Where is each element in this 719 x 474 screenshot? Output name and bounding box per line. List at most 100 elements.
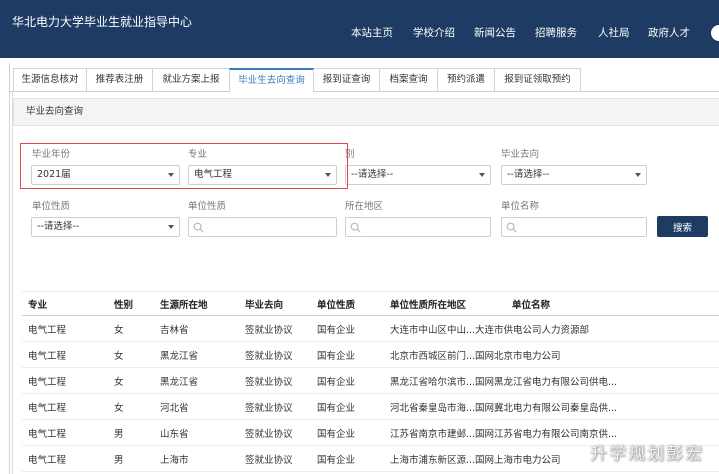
cell-destination: 签就业协议 bbox=[239, 419, 311, 446]
column-header-unit-name: 单位名称 bbox=[469, 291, 719, 316]
search-button[interactable]: 搜索 bbox=[657, 216, 708, 237]
tab-dispatch-appointment[interactable]: 预约派遣 bbox=[437, 68, 495, 91]
chevron-down-icon bbox=[635, 173, 641, 177]
unit-name-label: 单位名称 bbox=[501, 201, 540, 212]
cell-major: 电气工程 bbox=[22, 393, 108, 420]
destination-select[interactable]: --请选择-- bbox=[501, 165, 647, 185]
cell-destination: 签就业协议 bbox=[239, 341, 311, 368]
table-row: 电气工程 男 山东省 签就业协议 国有企业 江苏省南京市建邺... 国网江苏省电… bbox=[22, 419, 719, 446]
cell-unit-region: 黑龙江省哈尔滨市... bbox=[384, 367, 475, 394]
graduation-year-value: 2021届 bbox=[37, 169, 71, 180]
cell-gender: 女 bbox=[108, 315, 154, 342]
cell-unit-name: 国网黑龙江省电力有限公司供电... bbox=[469, 367, 719, 394]
tab-graduate-destination-query[interactable]: 毕业生去向查询 bbox=[229, 68, 314, 92]
cell-major: 电气工程 bbox=[22, 419, 108, 446]
column-header-major: 专业 bbox=[22, 291, 108, 316]
unit-name-search-input[interactable] bbox=[501, 217, 647, 237]
nav-hr-bureau[interactable]: 人社局 bbox=[598, 26, 630, 40]
unit-type-label: 单位性质 bbox=[32, 201, 71, 212]
cell-origin: 黑龙江省 bbox=[154, 341, 239, 368]
region-search-input[interactable] bbox=[345, 217, 491, 237]
cell-major: 电气工程 bbox=[22, 315, 108, 342]
cell-unit-region: 上海市浦东新区源... bbox=[384, 445, 475, 472]
chevron-down-icon bbox=[168, 173, 174, 177]
column-header-destination: 毕业去向 bbox=[239, 291, 311, 316]
gender-select[interactable]: --请选择-- bbox=[345, 165, 491, 185]
table-row: 电气工程 男 上海市 签就业协议 国有企业 上海市浦东新区源... 国网上海市电… bbox=[22, 445, 719, 472]
table-row: 电气工程 女 黑龙江省 签就业协议 国有企业 黑龙江省哈尔滨市... 国网黑龙江… bbox=[22, 367, 719, 394]
major-select[interactable]: 电气工程 bbox=[188, 165, 337, 185]
cell-destination: 签就业协议 bbox=[239, 445, 311, 472]
column-header-unit-region: 单位性质所在地区 bbox=[384, 291, 469, 316]
tab-certificate-pickup-appointment[interactable]: 报到证领取预约 bbox=[494, 68, 581, 91]
cell-origin: 河北省 bbox=[154, 393, 239, 420]
cell-unit-name: 国网北京市电力公司 bbox=[469, 341, 719, 368]
graduation-year-label: 毕业年份 bbox=[32, 149, 71, 160]
cell-destination: 签就业协议 bbox=[239, 393, 311, 420]
nav-news[interactable]: 新闻公告 bbox=[474, 26, 516, 40]
cell-unit-type: 国有企业 bbox=[311, 445, 384, 472]
unit-type-value: --请选择-- bbox=[37, 221, 80, 232]
cell-unit-name: 国网冀北电力有限公司秦皇岛供... bbox=[469, 393, 719, 420]
table-header-row: 专业 性别 生源所在地 毕业去向 单位性质 单位性质所在地区 单位名称 bbox=[22, 291, 719, 316]
cell-gender: 女 bbox=[108, 341, 154, 368]
region-label: 所在地区 bbox=[345, 201, 384, 212]
cell-major: 电气工程 bbox=[22, 341, 108, 368]
cell-unit-name: 国网江苏省电力有限公司南京供... bbox=[469, 419, 719, 446]
cell-unit-type: 国有企业 bbox=[311, 393, 384, 420]
cell-gender: 男 bbox=[108, 419, 154, 446]
tab-source-info-check[interactable]: 生源信息核对 bbox=[13, 68, 87, 91]
column-header-unit-type: 单位性质 bbox=[311, 291, 384, 316]
cell-destination: 签就业协议 bbox=[239, 315, 311, 342]
cell-gender: 男 bbox=[108, 445, 154, 472]
tab-recommendation-register[interactable]: 推荐表注册 bbox=[86, 68, 153, 91]
cell-major: 电气工程 bbox=[22, 445, 108, 472]
cell-unit-type: 国有企业 bbox=[311, 419, 384, 446]
tab-employment-plan-report[interactable]: 就业方案上报 bbox=[152, 68, 230, 91]
site-header: 华北电力大学毕业生就业指导中心 本站主页 学校介绍 新闻公告 招聘服务 人社局 … bbox=[0, 0, 719, 58]
cell-destination: 签就业协议 bbox=[239, 367, 311, 394]
tab-report-certificate-query[interactable]: 报到证查询 bbox=[313, 68, 380, 91]
column-header-origin: 生源所在地 bbox=[154, 291, 239, 316]
cell-unit-type: 国有企业 bbox=[311, 367, 384, 394]
cell-origin: 上海市 bbox=[154, 445, 239, 472]
unit-type-search-input[interactable] bbox=[188, 217, 337, 237]
cell-gender: 女 bbox=[108, 393, 154, 420]
tab-bar: 生源信息核对 推荐表注册 就业方案上报 毕业生去向查询 报到证查询 档案查询 预… bbox=[13, 68, 581, 92]
cell-unit-region: 江苏省南京市建邺... bbox=[384, 419, 475, 446]
cell-origin: 山东省 bbox=[154, 419, 239, 446]
table-row: 电气工程 女 河北省 签就业协议 国有企业 河北省秦皇岛市海... 国网冀北电力… bbox=[22, 393, 719, 420]
chevron-down-icon bbox=[168, 225, 174, 229]
cell-gender: 女 bbox=[108, 367, 154, 394]
cell-origin: 吉林省 bbox=[154, 315, 239, 342]
page: 华北电力大学毕业生就业指导中心 本站主页 学校介绍 新闻公告 招聘服务 人社局 … bbox=[0, 0, 719, 474]
header-circle-button[interactable] bbox=[711, 25, 719, 41]
cell-unit-region: 河北省秦皇岛市海... bbox=[384, 393, 475, 420]
nav-school-intro[interactable]: 学校介绍 bbox=[413, 26, 455, 40]
tab-archive-query[interactable]: 档案查询 bbox=[379, 68, 438, 91]
major-label: 专业 bbox=[188, 149, 208, 160]
gender-label: 别 bbox=[345, 149, 355, 160]
search-icon bbox=[350, 222, 361, 233]
gender-value: --请选择-- bbox=[351, 169, 394, 180]
nav-recruitment[interactable]: 招聘服务 bbox=[535, 26, 577, 40]
nav-home[interactable]: 本站主页 bbox=[351, 26, 393, 40]
table-row: 电气工程 女 黑龙江省 签就业协议 国有企业 北京市西城区前门... 国网北京市… bbox=[22, 341, 719, 368]
cell-major: 电气工程 bbox=[22, 367, 108, 394]
unit-type-select[interactable]: --请选择-- bbox=[31, 217, 180, 237]
cell-unit-type: 国有企业 bbox=[311, 341, 384, 368]
nav-government-talent[interactable]: 政府人才 bbox=[648, 26, 690, 40]
graduation-year-select[interactable]: 2021届 bbox=[31, 165, 180, 185]
table-row: 电气工程 女 吉林省 签就业协议 国有企业 大连市中山区中山... 大连市供电公… bbox=[22, 315, 719, 342]
cell-unit-name: 国网上海市电力公司 bbox=[469, 445, 719, 472]
destination-value: --请选择-- bbox=[507, 169, 550, 180]
search-icon bbox=[506, 222, 517, 233]
column-header-gender: 性别 bbox=[108, 291, 154, 316]
destination-label: 毕业去向 bbox=[501, 149, 540, 160]
cell-unit-name: 大连市供电公司人力资源部 bbox=[469, 315, 719, 342]
cell-origin: 黑龙江省 bbox=[154, 367, 239, 394]
cell-unit-region: 北京市西城区前门... bbox=[384, 341, 475, 368]
cell-unit-type: 国有企业 bbox=[311, 315, 384, 342]
site-title: 华北电力大学毕业生就业指导中心 bbox=[12, 15, 193, 29]
unit-type-search-label: 单位性质 bbox=[188, 201, 227, 212]
